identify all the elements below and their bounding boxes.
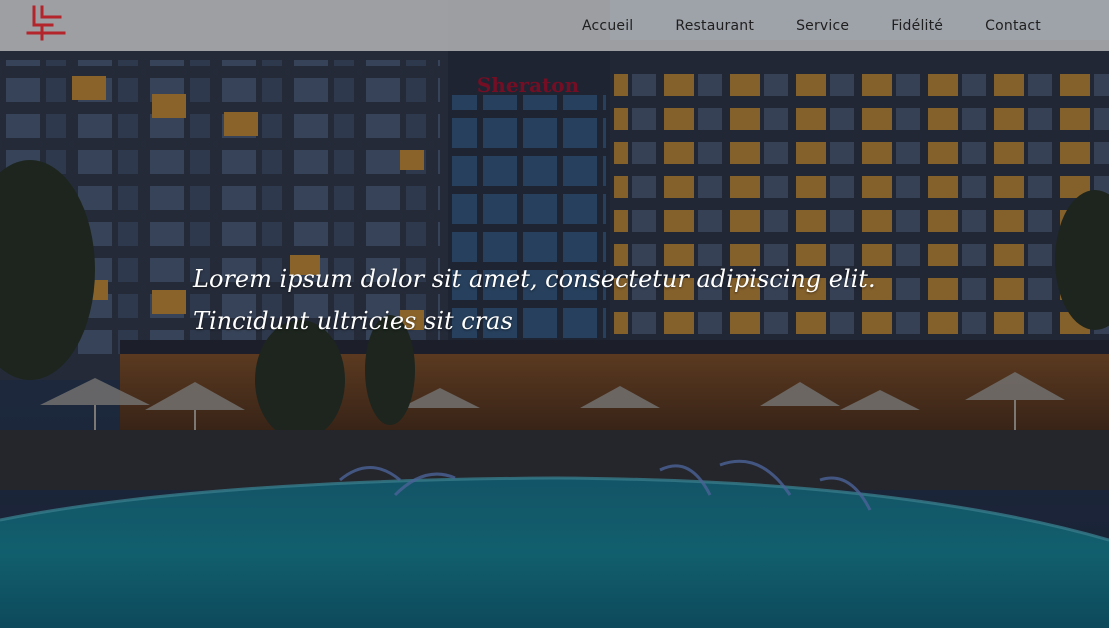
nav-contact[interactable]: Contact <box>985 18 1041 34</box>
lp-logo-icon[interactable] <box>20 3 68 43</box>
top-navigation-bar: Accueil Restaurant Service Fidélité Cont… <box>0 0 1109 51</box>
nav-service[interactable]: Service <box>796 18 849 34</box>
nav-accueil[interactable]: Accueil <box>582 18 633 34</box>
main-nav: Accueil Restaurant Service Fidélité Cont… <box>582 0 1041 51</box>
nav-fidelite[interactable]: Fidélité <box>891 18 943 34</box>
nav-restaurant[interactable]: Restaurant <box>675 18 754 34</box>
hero-tagline: Lorem ipsum dolor sit amet, consectetur … <box>193 265 876 335</box>
landing-page: Sheraton Lorem ipsum dolor sit amet, con… <box>0 0 1109 628</box>
sheraton-sign: Sheraton <box>477 73 580 97</box>
